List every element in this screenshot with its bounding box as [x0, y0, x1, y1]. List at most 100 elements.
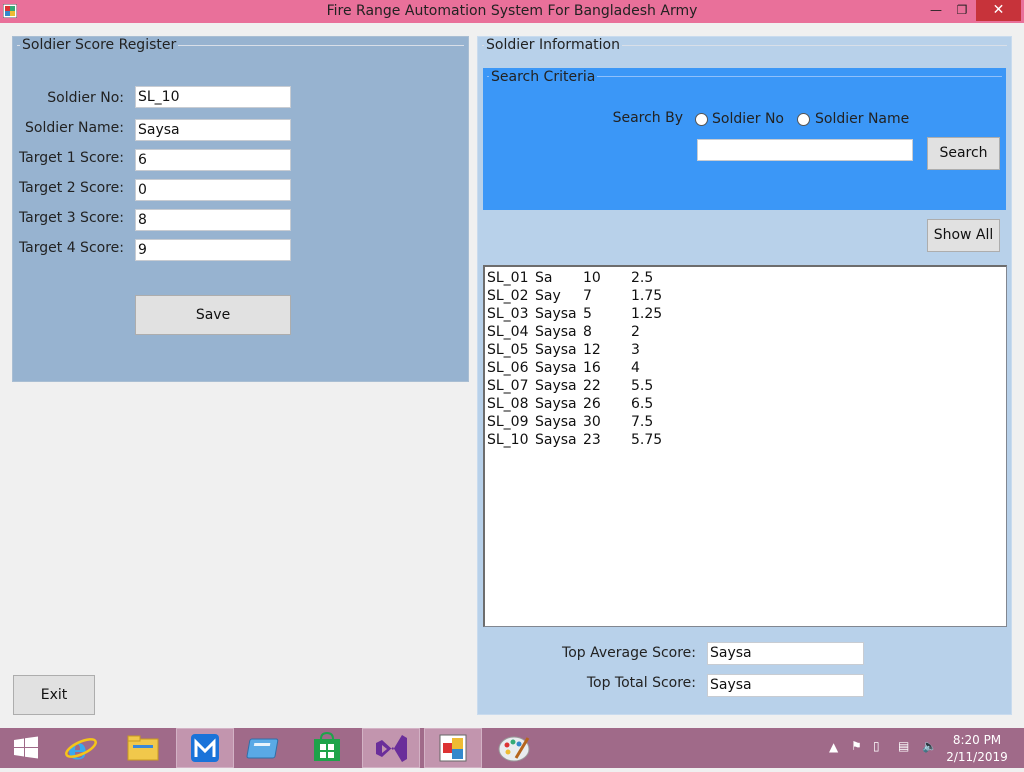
minimize-button[interactable]: —: [923, 0, 949, 21]
search-criteria-title: Search Criteria: [489, 69, 598, 85]
network-icon[interactable]: ▤: [898, 739, 909, 753]
record-total-score: 8: [583, 324, 592, 340]
soldier-no-input[interactable]: SL_10: [135, 86, 291, 108]
record-total-score: 26: [583, 396, 601, 412]
maxthon-browser-icon: [191, 734, 219, 762]
record-total-score: 23: [583, 432, 601, 448]
soldier-no-label: Soldier No:: [47, 90, 124, 106]
close-button[interactable]: ✕: [976, 0, 1021, 21]
search-button[interactable]: Search: [927, 137, 1000, 170]
record-average-score: 2.5: [631, 270, 654, 286]
record-soldier-name: Saysa: [535, 324, 577, 340]
record-total-score: 10: [583, 270, 601, 286]
file-explorer-icon: [127, 735, 159, 761]
soldier-name-radio[interactable]: [797, 113, 810, 126]
record-soldier-no: SL_04: [487, 324, 529, 340]
clock-time[interactable]: 8:20 PM: [944, 733, 1010, 747]
target1-score-input[interactable]: 6: [135, 149, 291, 171]
top-total-label: Top Total Score:: [586, 675, 696, 691]
window-title: Fire Range Automation System For Banglad…: [326, 3, 698, 19]
target1-score-label: Target 1 Score:: [18, 150, 124, 166]
taskbar-app-window[interactable]: [237, 728, 295, 768]
soldier-name-radio-label[interactable]: Soldier Name: [815, 111, 909, 127]
record-average-score: 1.75: [631, 288, 663, 304]
target4-score-input[interactable]: 9: [135, 239, 291, 261]
maximize-button[interactable]: ❐: [949, 0, 975, 21]
record-soldier-no: SL_08: [487, 396, 529, 412]
score-register-title: Soldier Score Register: [20, 37, 179, 53]
form-body: Soldier Score Register Soldier No: SL_10…: [0, 23, 1024, 728]
internet-explorer-icon: e: [65, 732, 97, 767]
record-total-score: 30: [583, 414, 601, 430]
record-soldier-name: Saysa: [535, 378, 577, 394]
target2-score-label: Target 2 Score:: [18, 180, 124, 196]
record-soldier-no: SL_06: [487, 360, 529, 376]
taskbar-paint[interactable]: [486, 728, 544, 768]
tray-chevron-icon[interactable]: ▲: [829, 740, 838, 754]
taskbar-form-app[interactable]: [424, 728, 482, 768]
record-total-score: 16: [583, 360, 601, 376]
search-by-label: Search By: [612, 110, 683, 126]
taskbar: e ▲ ⚑ ▯ ▤ 🔈 8:20 PM 2/11/2019: [0, 728, 1024, 768]
store-icon: [314, 731, 340, 761]
paint-icon: [498, 736, 530, 762]
record-total-score: 7: [583, 288, 592, 304]
top-average-label: Top Average Score:: [562, 645, 696, 661]
soldier-no-radio[interactable]: [695, 113, 708, 126]
top-total-field: Saysa: [707, 674, 864, 697]
record-soldier-name: Say: [535, 288, 561, 304]
start-button[interactable]: [0, 728, 58, 768]
taskbar-store[interactable]: [298, 728, 356, 768]
window-titlebar: Fire Range Automation System For Banglad…: [0, 0, 1024, 23]
record-soldier-name: Sa: [535, 270, 553, 286]
record-average-score: 5.75: [631, 432, 663, 448]
record-total-score: 5: [583, 306, 592, 322]
taskbar-maxthon[interactable]: [176, 728, 234, 768]
show-all-button[interactable]: Show All: [927, 219, 1000, 252]
record-soldier-no: SL_05: [487, 342, 529, 358]
soldier-name-label: Soldier Name:: [25, 120, 124, 136]
form-app-icon: [439, 734, 467, 762]
record-average-score: 1.25: [631, 306, 663, 322]
target3-score-label: Target 3 Score:: [18, 210, 124, 226]
record-soldier-name: Saysa: [535, 432, 577, 448]
exit-button[interactable]: Exit: [13, 675, 95, 715]
record-soldier-no: SL_01: [487, 270, 529, 286]
record-soldier-no: SL_03: [487, 306, 529, 322]
flag-icon[interactable]: ⚑: [851, 739, 862, 753]
soldier-name-input[interactable]: Saysa: [135, 119, 291, 141]
taskbar-internet-explorer[interactable]: e: [54, 728, 112, 768]
soldier-info-title: Soldier Information: [484, 37, 622, 53]
taskbar-visual-studio[interactable]: [362, 728, 420, 768]
record-soldier-no: SL_02: [487, 288, 529, 304]
top-average-field: Saysa: [707, 642, 864, 665]
save-button[interactable]: Save: [135, 295, 291, 335]
record-total-score: 12: [583, 342, 601, 358]
record-average-score: 6.5: [631, 396, 654, 412]
soldier-records-list[interactable]: SL_01 Sa 10 2.5 SL_02 Say 7 1.75 SL_03 Saysa 5 1.25…: [483, 265, 1007, 627]
target2-score-input[interactable]: 0: [135, 179, 291, 201]
taskbar-file-explorer[interactable]: [115, 728, 173, 768]
record-total-score: 22: [583, 378, 601, 394]
record-soldier-name: Saysa: [535, 360, 577, 376]
svg-text:e: e: [68, 732, 87, 767]
start-icon: [14, 736, 38, 759]
volume-icon[interactable]: 🔈: [922, 739, 937, 753]
record-average-score: 7.5: [631, 414, 654, 430]
record-soldier-name: Saysa: [535, 306, 577, 322]
target4-score-label: Target 4 Score:: [18, 240, 124, 256]
search-criteria-group: Search Criteria Search By Soldier No Sol…: [483, 68, 1006, 210]
power-icon[interactable]: ▯: [873, 739, 880, 753]
score-register-group: Soldier Score Register Soldier No: SL_10…: [12, 36, 469, 382]
soldier-info-group: Soldier Information Search Criteria Sear…: [477, 36, 1012, 715]
soldier-no-radio-label[interactable]: Soldier No: [712, 111, 784, 127]
target3-score-input[interactable]: 8: [135, 209, 291, 231]
clock-date[interactable]: 2/11/2019: [944, 750, 1010, 764]
visual-studio-icon: [376, 735, 407, 762]
record-soldier-name: Saysa: [535, 414, 577, 430]
app-window-icon: [246, 738, 279, 759]
record-soldier-no: SL_09: [487, 414, 529, 430]
record-average-score: 4: [631, 360, 640, 376]
record-soldier-no: SL_07: [487, 378, 529, 394]
search-input[interactable]: [697, 139, 913, 161]
